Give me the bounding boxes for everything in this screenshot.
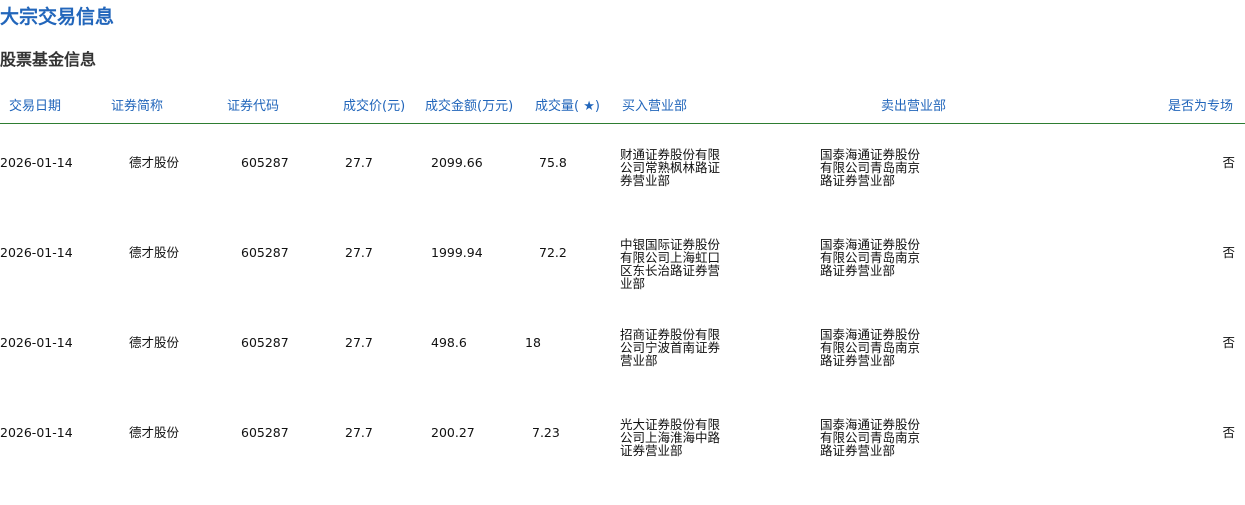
header-price[interactable]: 成交价(元): [343, 98, 405, 116]
header-special[interactable]: 是否为专场: [1168, 98, 1233, 116]
header-volume[interactable]: 成交量( ★): [535, 98, 600, 116]
cell-buyer: 招商证券股份有限公司宁波首南证券营业部: [620, 327, 721, 368]
cell-special: 否: [1222, 335, 1235, 350]
cell-code[interactable]: 605287: [241, 245, 289, 261]
header-code[interactable]: 证券代码: [227, 98, 279, 116]
header-amount[interactable]: 成交金额(万元): [425, 98, 513, 116]
page-title: 大宗交易信息: [0, 6, 115, 28]
section-title: 股票基金信息: [0, 50, 97, 69]
cell-buyer: 光大证券股份有限公司上海淮海中路证券营业部: [620, 417, 721, 458]
cell-volume: 18: [525, 335, 541, 350]
cell-amount: 498.6: [431, 335, 467, 350]
cell-volume: 75.8: [539, 155, 567, 170]
table-header: 交易日期 证券简称 证券代码 成交价(元) 成交金额(万元) 成交量( ★) 买…: [0, 96, 1245, 124]
cell-seller: 国泰海通证券股份有限公司青岛南京路证券营业部: [820, 147, 921, 188]
cell-date: 2026-01-14: [0, 335, 73, 350]
cell-amount: 200.27: [431, 425, 475, 440]
cell-name[interactable]: 德才股份: [129, 155, 179, 171]
cell-code[interactable]: 605287: [241, 155, 289, 171]
cell-date: 2026-01-14: [0, 245, 73, 260]
header-name[interactable]: 证券简称: [111, 98, 163, 116]
cell-amount: 1999.94: [431, 245, 483, 260]
cell-seller: 国泰海通证券股份有限公司青岛南京路证券营业部: [820, 417, 921, 458]
cell-name[interactable]: 德才股份: [129, 245, 179, 261]
header-buyer[interactable]: 买入营业部: [622, 98, 687, 116]
cell-special: 否: [1222, 245, 1235, 260]
cell-amount: 2099.66: [431, 155, 483, 170]
cell-special: 否: [1222, 425, 1235, 440]
cell-price: 27.7: [345, 425, 373, 440]
cell-name[interactable]: 德才股份: [129, 335, 179, 351]
cell-price: 27.7: [345, 155, 373, 170]
cell-code[interactable]: 605287: [241, 335, 289, 351]
cell-date: 2026-01-14: [0, 425, 73, 440]
cell-volume: 72.2: [539, 245, 567, 260]
cell-seller: 国泰海通证券股份有限公司青岛南京路证券营业部: [820, 327, 921, 368]
cell-name[interactable]: 德才股份: [129, 425, 179, 441]
cell-volume: 7.23: [532, 425, 560, 440]
table-row: 2026-01-14 德才股份 605287 27.7 498.6 18 招商证…: [0, 325, 1245, 415]
cell-price: 27.7: [345, 245, 373, 260]
cell-price: 27.7: [345, 335, 373, 350]
cell-special: 否: [1222, 155, 1235, 170]
header-date[interactable]: 交易日期: [9, 98, 61, 116]
cell-date: 2026-01-14: [0, 155, 73, 170]
header-seller[interactable]: 卖出营业部: [881, 98, 946, 116]
table-row: 2026-01-14 德才股份 605287 27.7 200.27 7.23 …: [0, 415, 1245, 505]
cell-buyer: 中银国际证券股份有限公司上海虹口区东长治路证券营业部: [620, 237, 721, 291]
cell-seller: 国泰海通证券股份有限公司青岛南京路证券营业部: [820, 237, 921, 278]
cell-code[interactable]: 605287: [241, 425, 289, 441]
cell-buyer: 财通证券股份有限公司常熟枫林路证券营业部: [620, 147, 721, 188]
table-row: 2026-01-14 德才股份 605287 27.7 2099.66 75.8…: [0, 145, 1245, 235]
table-row: 2026-01-14 德才股份 605287 27.7 1999.94 72.2…: [0, 235, 1245, 325]
